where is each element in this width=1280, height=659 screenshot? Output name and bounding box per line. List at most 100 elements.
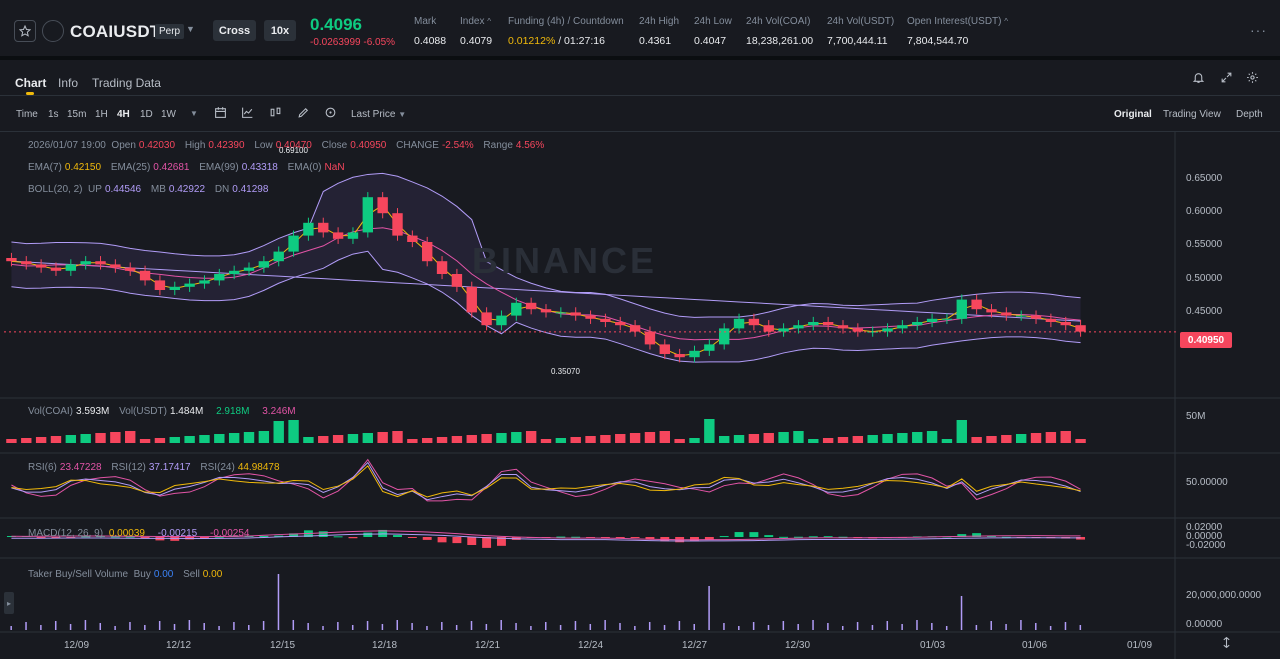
candle-body xyxy=(540,309,552,313)
taker-bar xyxy=(827,623,829,630)
candle-body xyxy=(808,322,819,326)
taker-bar xyxy=(752,622,755,630)
taker-bar xyxy=(381,624,384,630)
crosshair-icon[interactable] xyxy=(324,106,337,122)
candle-body xyxy=(35,264,47,268)
tab-trading-data[interactable]: Trading Data xyxy=(92,76,161,90)
interval-1w[interactable]: 1W xyxy=(161,109,176,120)
volume-bar xyxy=(451,436,463,443)
macd-histogram-bar xyxy=(734,532,744,537)
view-trading-view[interactable]: Trading View xyxy=(1163,109,1221,120)
chart-toolbar: Time 1s 15m 1H 4H 1D 1W ▼ Last Price ▼ O… xyxy=(0,96,1280,132)
tab-chart[interactable]: Chart xyxy=(15,76,46,90)
interval-dropdown-icon[interactable]: ▼ xyxy=(190,109,198,118)
stat-24h-vol-coai: 24h Vol(COAI) 18,238,261.00 xyxy=(746,16,813,47)
symbol-dropdown-icon[interactable]: ▼ xyxy=(186,24,195,34)
volume-bar xyxy=(882,434,893,443)
panel-scroll-handle[interactable]: ▸ xyxy=(4,592,14,614)
stat-label: Mark xyxy=(414,16,437,27)
candle-body xyxy=(629,325,641,332)
symbol-name[interactable]: COAIUSDT xyxy=(70,22,160,42)
volume-bar xyxy=(793,431,804,443)
volume-bar xyxy=(318,436,329,443)
margin-mode-button[interactable]: Cross xyxy=(213,20,256,41)
taker-sell-label: Sell xyxy=(183,569,200,580)
expand-icon[interactable] xyxy=(1220,71,1233,87)
view-original[interactable]: Original xyxy=(1114,109,1152,120)
macd-histogram-bar xyxy=(779,536,789,538)
volume-bar xyxy=(659,431,670,443)
candle-body xyxy=(956,299,967,319)
volume-bar xyxy=(362,433,374,443)
candle-body xyxy=(436,261,448,274)
volume-bar xyxy=(184,436,195,443)
date-axis-label: 12/21 xyxy=(475,640,501,651)
legend-open-label: Open xyxy=(111,140,136,151)
chart-style-icon[interactable] xyxy=(269,106,282,122)
reset-scale-icon[interactable] xyxy=(1220,636,1233,652)
taker-bar xyxy=(678,621,681,630)
volume-bar xyxy=(1045,432,1057,443)
tab-info[interactable]: Info xyxy=(58,76,78,90)
interval-1d[interactable]: 1D xyxy=(140,109,153,120)
interval-15m[interactable]: 15m xyxy=(67,109,86,120)
volume-bar xyxy=(466,435,477,443)
date-axis-label: 12/27 xyxy=(682,640,708,651)
interval-1h[interactable]: 1H xyxy=(95,109,108,120)
interval-1s[interactable]: 1s xyxy=(48,109,59,120)
candle-body xyxy=(125,267,136,271)
taker-axis-label: 0.00000 xyxy=(1186,619,1223,630)
macd-histogram-bar xyxy=(615,537,625,538)
taker-bar xyxy=(411,623,413,630)
candle-body xyxy=(110,264,121,268)
stat-label: 24h Vol(USDT) xyxy=(827,16,895,27)
volume-bar xyxy=(585,436,596,443)
leverage-button[interactable]: 10x xyxy=(264,20,296,41)
calendar-icon[interactable] xyxy=(214,106,227,122)
volume-bar xyxy=(80,434,91,443)
favorite-star-icon[interactable] xyxy=(14,20,36,42)
drawing-tools-icon[interactable] xyxy=(297,106,310,122)
candle-body xyxy=(466,286,477,313)
candle-body xyxy=(347,232,359,239)
macd-histogram-bar xyxy=(482,537,492,548)
indicator-icon[interactable] xyxy=(241,106,254,122)
date-axis-label: 01/09 xyxy=(1127,640,1153,651)
vol-coai-value: 3.593M xyxy=(76,406,110,417)
boll-dn-label: DN xyxy=(214,184,230,195)
more-icon[interactable]: ··· xyxy=(1250,22,1267,38)
taker-bar xyxy=(69,624,72,630)
taker-bar xyxy=(500,620,502,630)
candle-body xyxy=(80,261,91,265)
volume-bar xyxy=(21,438,32,443)
volume-bar xyxy=(867,435,878,443)
settings-icon[interactable] xyxy=(1246,71,1259,87)
candle-body xyxy=(763,325,774,332)
candle-body xyxy=(407,235,418,242)
candle-body xyxy=(214,274,225,281)
rsi12-value: 37.17417 xyxy=(148,462,191,473)
volume-bar xyxy=(956,420,967,443)
taker-bar xyxy=(40,625,42,630)
bell-icon[interactable] xyxy=(1192,71,1205,87)
view-depth[interactable]: Depth xyxy=(1236,109,1263,120)
taker-bar xyxy=(856,622,859,630)
vol-usdt-label: Vol(USDT) xyxy=(119,406,167,417)
legend-range-label: Range xyxy=(483,140,513,151)
candle-body xyxy=(704,344,715,351)
taker-bar xyxy=(292,620,295,630)
volume-bar xyxy=(986,436,997,443)
interval-4h[interactable]: 4H xyxy=(117,109,130,120)
volume-bar xyxy=(1060,431,1071,443)
candle-body xyxy=(50,267,62,271)
stat-funding: Funding (4h) / Countdown 0.01212% / 01:2… xyxy=(508,16,624,47)
rsi24-value: 44.98478 xyxy=(237,462,280,473)
macd-histogram-bar xyxy=(467,537,477,545)
price-type-select[interactable]: Last Price ▼ xyxy=(351,109,406,120)
date-axis-label: 01/03 xyxy=(920,640,946,651)
taker-bar xyxy=(396,620,399,630)
funding-rate: 0.01212% xyxy=(508,35,556,47)
volume-bar xyxy=(748,434,760,443)
candle-body xyxy=(1001,312,1012,316)
candle-body xyxy=(451,274,463,287)
